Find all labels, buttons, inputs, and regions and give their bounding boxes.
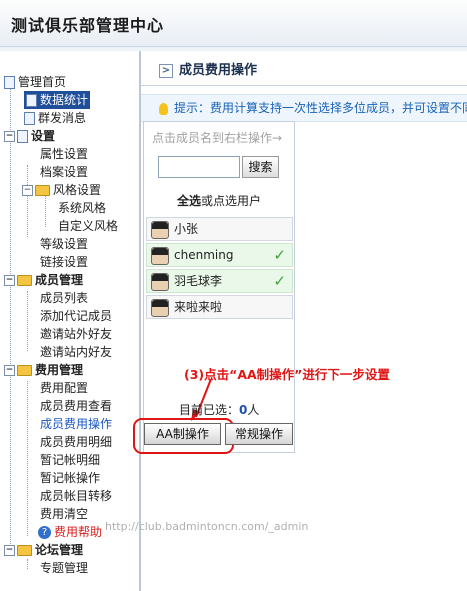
sidebar-item-home[interactable]: 管理首页: [4, 73, 66, 91]
selected-count: 目前已选：0人: [179, 403, 260, 417]
tree-line: [27, 165, 28, 237]
sidebar-item-messages[interactable]: 群发消息: [24, 109, 86, 127]
settings-icon: [17, 130, 28, 143]
sidebar-item-transfer[interactable]: 成员帐目转移: [40, 487, 112, 505]
tree-line: [27, 381, 28, 536]
sidebar-group-members[interactable]: − 成员管理: [4, 271, 83, 289]
app-header: 测试俱乐部管理中心: [0, 0, 467, 47]
folder-icon: [35, 185, 50, 196]
folder-icon: [17, 275, 32, 286]
collapse-icon[interactable]: −: [4, 365, 15, 376]
sidebar-item-sys-style[interactable]: 系统风格: [58, 199, 106, 217]
collapse-icon[interactable]: −: [4, 275, 15, 286]
home-icon: [4, 76, 15, 89]
sidebar-item-level[interactable]: 等级设置: [40, 235, 88, 253]
folder-icon: [17, 365, 32, 376]
sidebar-group-settings[interactable]: − 设置: [4, 127, 55, 145]
sidebar-item-fee-clear[interactable]: 费用清空: [40, 505, 88, 523]
sidebar-group-fees[interactable]: − 费用管理: [4, 361, 83, 379]
annotation-arrow: [191, 378, 212, 421]
aa-operation-button[interactable]: AA制操作: [144, 423, 221, 445]
sidebar-item-fee-config[interactable]: 费用配置: [40, 379, 88, 397]
tree-line: [27, 291, 28, 351]
message-icon: [24, 112, 35, 125]
sidebar-item-invite-out[interactable]: 邀请站外好友: [40, 325, 112, 343]
sidebar-item-custom-style[interactable]: 自定义风格: [58, 217, 118, 235]
sidebar-item-attr[interactable]: 属性设置: [40, 145, 88, 163]
watermark: http://club.badmintoncn.com/_admin: [105, 520, 309, 533]
tree-line: [27, 559, 28, 569]
sidebar-item-fee-help[interactable]: ? 费用帮助: [38, 523, 102, 541]
normal-operation-button[interactable]: 常规操作: [225, 423, 293, 445]
collapse-icon[interactable]: −: [4, 131, 15, 142]
sidebar-group-forum[interactable]: − 论坛管理: [4, 541, 83, 559]
stats-icon: [26, 94, 37, 107]
collapse-icon[interactable]: −: [4, 545, 15, 556]
sidebar-item-link[interactable]: 链接设置: [40, 253, 88, 271]
sidebar-item-topics[interactable]: 专题管理: [40, 559, 88, 577]
sidebar-item-temp-ops[interactable]: 暂记帐操作: [40, 469, 100, 487]
sidebar-item-add-proxy[interactable]: 添加代记成员: [40, 307, 112, 325]
sidebar: 管理首页 数据统计 群发消息 − 设置 属性设置 档案设置 − 风格设置 系统风格 …: [0, 51, 141, 591]
sidebar-item-fee-detail[interactable]: 成员费用明细: [40, 433, 112, 451]
sidebar-item-fee-ops[interactable]: 成员费用操作: [40, 415, 112, 433]
folder-icon: [17, 545, 32, 556]
tree-line: [45, 195, 46, 227]
tree-line: [10, 83, 11, 548]
sidebar-item-member-list[interactable]: 成员列表: [40, 289, 88, 307]
help-icon: ?: [38, 526, 51, 539]
main-content: > 成员费用操作 提示：费用计算支持一次性选择多位成员，并可设置不同 点击成员名到…: [133, 51, 467, 591]
app-title: 测试俱乐部管理中心: [11, 16, 165, 35]
sidebar-item-invite-in[interactable]: 邀请站内好友: [40, 343, 112, 361]
sidebar-item-temp-detail[interactable]: 暂记帐明细: [40, 451, 100, 469]
sidebar-group-style[interactable]: − 风格设置: [22, 181, 101, 199]
sidebar-item-profile[interactable]: 档案设置: [40, 163, 88, 181]
collapse-icon[interactable]: −: [22, 185, 33, 196]
sidebar-item-fee-view[interactable]: 成员费用查看: [40, 397, 112, 415]
sidebar-item-stats[interactable]: 数据统计: [24, 91, 91, 109]
